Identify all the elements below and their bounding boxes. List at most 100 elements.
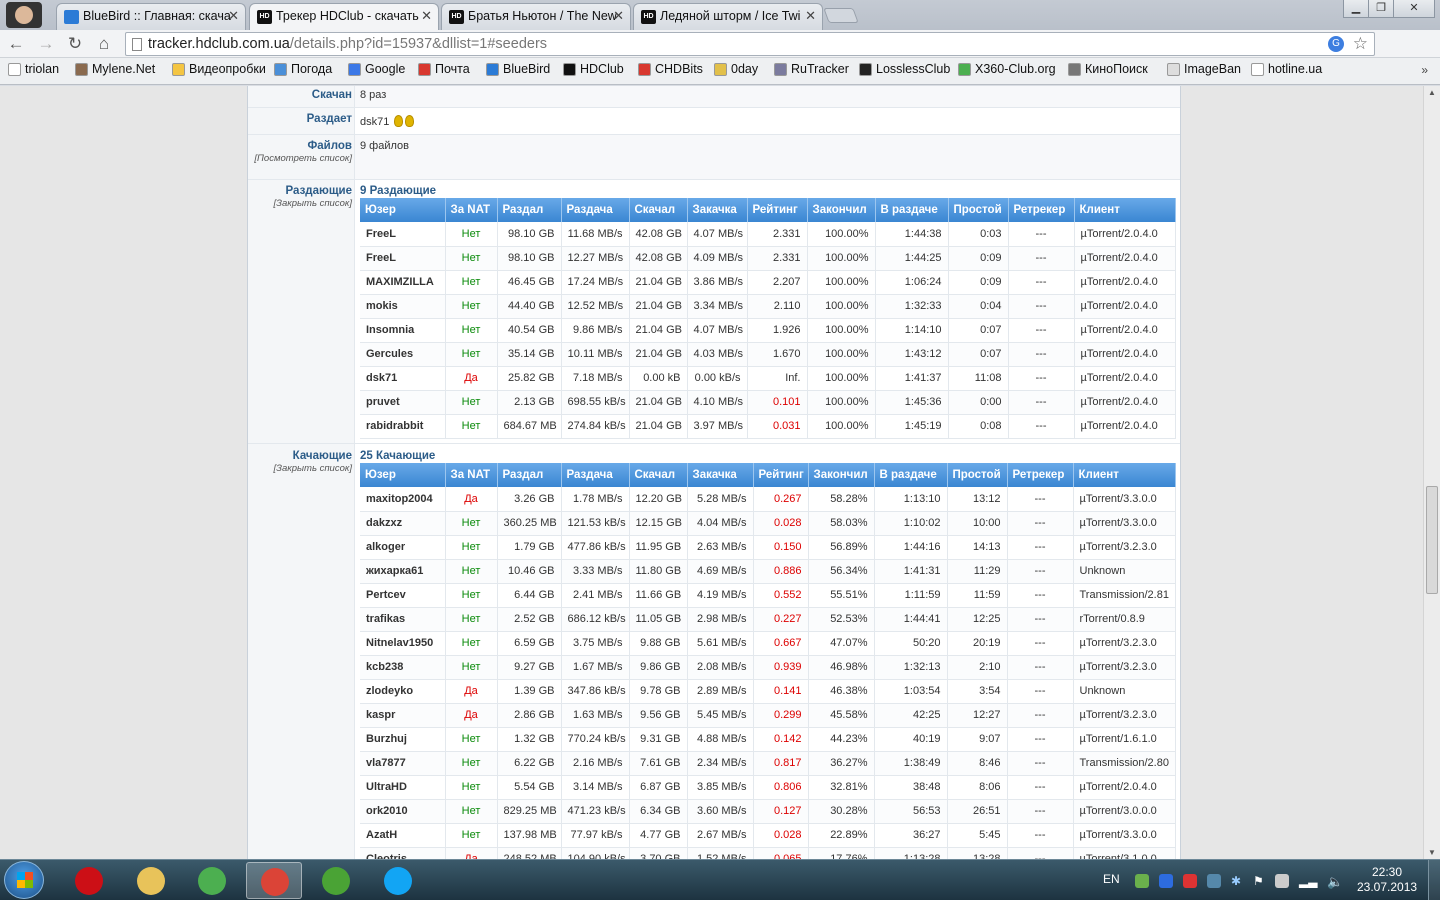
tray-network-app-icon[interactable] (1207, 874, 1221, 888)
leechers-col-header[interactable]: Клиент (1073, 463, 1176, 487)
peer-user[interactable]: dsk71 (360, 366, 446, 391)
scrollbar-thumb[interactable] (1426, 486, 1438, 594)
tab-close-icon[interactable]: ✕ (421, 8, 432, 24)
action-center-flag-icon[interactable]: ⚑ (1253, 874, 1267, 888)
seeders-col-header[interactable]: Ретрекер (1008, 198, 1075, 222)
leechers-col-header[interactable]: Раздача (561, 463, 630, 487)
language-indicator[interactable]: EN (1103, 872, 1120, 886)
scroll-down-arrow-icon[interactable]: ▼ (1428, 848, 1436, 857)
seeders-col-header[interactable]: Клиент (1074, 198, 1176, 222)
taskbar-chrome-button[interactable] (184, 862, 240, 899)
scroll-up-arrow-icon[interactable]: ▲ (1428, 88, 1436, 97)
leechers-col-header[interactable]: В раздаче (874, 463, 948, 487)
tray-shield-icon[interactable] (1159, 874, 1173, 888)
peer-user[interactable]: kcb238 (360, 655, 446, 680)
peer-user[interactable]: zlodeyko (360, 679, 446, 704)
seeders-col-header[interactable]: За NAT (445, 198, 498, 222)
bookmark-13[interactable]: КиноПоиск (1068, 62, 1148, 76)
peer-user[interactable]: pruvet (360, 390, 446, 415)
taskbar-explorer-button[interactable] (123, 862, 179, 899)
forward-arrow-icon[interactable]: → (35, 33, 57, 55)
clock[interactable]: 22:30 23.07.2013 (1357, 865, 1417, 895)
leechers-close-list-link[interactable]: [Закрыть список] (248, 463, 352, 474)
bookmark-star-icon[interactable]: ☆ (1353, 33, 1368, 55)
bookmark-15[interactable]: hotline.ua (1251, 62, 1322, 76)
peer-user[interactable]: AzatH (360, 823, 446, 848)
volume-icon[interactable]: 🔈 (1327, 874, 1343, 889)
start-button[interactable] (4, 861, 44, 899)
reload-icon[interactable]: ↻ (64, 33, 86, 55)
seeders-col-header[interactable]: Юзер (360, 198, 446, 222)
seeders-col-header[interactable]: Закачка (687, 198, 748, 222)
tray-app-icon[interactable] (1135, 874, 1149, 888)
tab-close-icon[interactable]: ✕ (805, 8, 816, 24)
peer-user[interactable]: ork2010 (360, 799, 446, 824)
peer-user[interactable]: mokis (360, 294, 446, 319)
leechers-col-header[interactable]: Ретрекер (1007, 463, 1074, 487)
bookmark-1[interactable]: Mylene.Net (75, 62, 155, 76)
close-window-button[interactable]: ✕ (1393, 0, 1435, 18)
bookmark-8[interactable]: CHDBits (638, 62, 703, 76)
bookmark-14[interactable]: ImageBan (1167, 62, 1241, 76)
peer-user[interactable]: Insomnia (360, 318, 446, 343)
tab-close-icon[interactable]: ✕ (228, 8, 239, 24)
leechers-col-header[interactable]: Закончил (808, 463, 875, 487)
bookmark-0[interactable]: triolan (8, 62, 59, 76)
peer-user[interactable]: dakzxz (360, 511, 446, 536)
peer-user[interactable]: FreeL (360, 246, 446, 271)
bookmark-3[interactable]: Погода (274, 62, 332, 76)
seeders-col-header[interactable]: Закончил (807, 198, 876, 222)
files-view-link[interactable]: [Посмотреть список] (248, 153, 352, 164)
bookmark-10[interactable]: RuTracker (774, 62, 849, 76)
peer-user[interactable]: Burzhuj (360, 727, 446, 752)
bookmarks-overflow-chevron-icon[interactable]: » (1421, 63, 1428, 77)
tab-newton-brothers[interactable]: HD Братья Ньютон / The New ✕ (441, 3, 631, 30)
leechers-col-header[interactable]: Скачал (629, 463, 688, 487)
tab-ice-storm[interactable]: HD Ледяной шторм / Ice Twi ✕ (633, 3, 823, 30)
bookmark-11[interactable]: LosslessClub (859, 62, 950, 76)
leechers-col-header[interactable]: Простой (947, 463, 1008, 487)
back-arrow-icon[interactable]: ← (5, 33, 27, 55)
translate-icon[interactable]: G (1328, 36, 1344, 52)
peer-user[interactable]: Nitnelav1950 (360, 631, 446, 656)
bookmark-12[interactable]: X360-Club.org (958, 62, 1056, 76)
leechers-col-header[interactable]: Рейтинг (753, 463, 809, 487)
tab-hdclub-tracker[interactable]: HD Трекер HDClub - скачать ✕ (249, 3, 439, 30)
taskbar-chrome-hdclub-button[interactable] (246, 862, 302, 899)
peer-user[interactable]: FreeL (360, 222, 446, 247)
bookmark-4[interactable]: Google (348, 62, 405, 76)
tab-bluebird[interactable]: BlueBird :: Главная: скача ✕ (56, 3, 246, 30)
leechers-col-header[interactable]: Закачка (687, 463, 754, 487)
peer-user[interactable]: Pertcev (360, 583, 446, 608)
tray-antivirus-icon[interactable] (1183, 874, 1197, 888)
network-signal-icon[interactable]: ▂▃ (1299, 874, 1317, 888)
tab-close-icon[interactable]: ✕ (613, 8, 624, 24)
peer-user[interactable]: kaspr (360, 703, 446, 728)
peer-user[interactable]: vla7877 (360, 751, 446, 776)
minimize-button[interactable]: ▁ (1343, 0, 1369, 18)
bookmark-2[interactable]: Видеопробки (172, 62, 266, 76)
vertical-scrollbar[interactable]: ▲ ▼ (1423, 86, 1440, 859)
taskbar-skype-button[interactable] (370, 862, 426, 899)
new-tab-button[interactable] (823, 8, 859, 23)
peer-user[interactable]: жихарка61 (360, 559, 446, 584)
peer-user[interactable]: rabidrabbit (360, 414, 446, 439)
taskbar-utorrent-button[interactable] (308, 862, 364, 899)
seeders-col-header[interactable]: Простой (948, 198, 1009, 222)
peer-user[interactable]: Cleotris (360, 847, 446, 859)
peer-user[interactable]: maxitop2004 (360, 487, 446, 512)
tray-device-icon[interactable] (1275, 874, 1289, 888)
peer-user[interactable]: Gercules (360, 342, 446, 367)
peer-user[interactable]: MAXIMZILLA (360, 270, 446, 295)
peer-user[interactable]: UltraHD (360, 775, 446, 800)
peer-user[interactable]: trafikas (360, 607, 446, 632)
leechers-col-header[interactable]: Юзер (360, 463, 446, 487)
seeders-col-header[interactable]: В раздаче (875, 198, 949, 222)
seeders-col-header[interactable]: Скачал (629, 198, 688, 222)
bluetooth-icon[interactable]: ✱ (1231, 874, 1245, 888)
bookmark-7[interactable]: HDClub (563, 62, 624, 76)
address-bar[interactable]: tracker.hdclub.com.ua/details.php?id=159… (125, 32, 1375, 56)
bookmark-5[interactable]: Почта (418, 62, 470, 76)
peer-user[interactable]: alkoger (360, 535, 446, 560)
show-desktop-button[interactable] (1428, 860, 1440, 900)
